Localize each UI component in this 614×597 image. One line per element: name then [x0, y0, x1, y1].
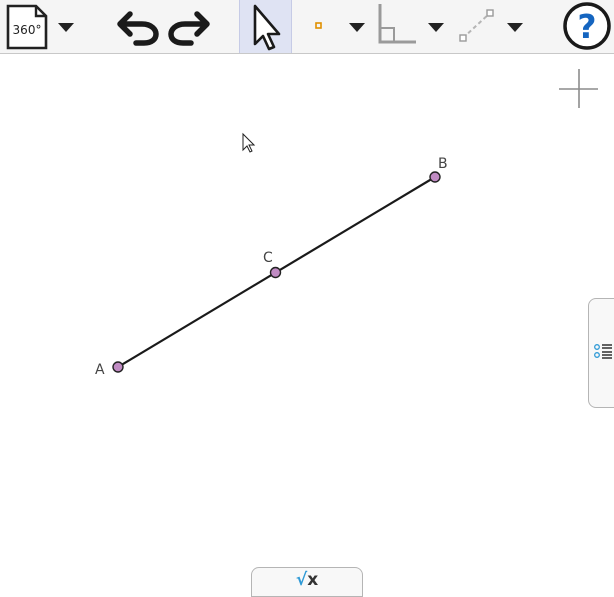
redo-icon [168, 11, 210, 46]
line-tool-dropdown[interactable] [504, 0, 528, 53]
help-button[interactable]: ? [560, 0, 612, 53]
line-tool-button[interactable] [456, 0, 498, 53]
point-c[interactable] [269, 266, 282, 279]
file-button[interactable]: 360° [2, 0, 52, 53]
move-tool-button[interactable] [239, 0, 292, 53]
chevron-down-icon [507, 23, 523, 32]
angle-tool-button[interactable] [374, 0, 420, 53]
point-tool-dropdown[interactable] [346, 0, 370, 53]
point-b[interactable] [429, 171, 441, 183]
file-menu-dropdown[interactable] [54, 0, 78, 53]
point-label-c: C [263, 250, 273, 266]
mouse-cursor-icon [242, 132, 256, 153]
point-label-b: B [438, 156, 448, 172]
pointer-arrow-icon [253, 4, 281, 51]
drawing-canvas[interactable]: A B C [0, 54, 614, 592]
help-question-mark: ? [577, 7, 596, 46]
input-bar-icon: √x [295, 570, 319, 590]
input-bar-toggle[interactable]: √x [251, 567, 363, 597]
point-label-a: A [95, 362, 105, 378]
angle-tool-dropdown[interactable] [425, 0, 449, 53]
add-view-icon[interactable] [559, 69, 598, 108]
toolbar: 360° ? [0, 0, 614, 54]
chevron-down-icon [349, 23, 365, 32]
chevron-down-icon [428, 23, 444, 32]
line-tool-icon [459, 9, 494, 42]
angle-tool-icon [378, 4, 416, 44]
algebra-list-icon [594, 344, 612, 359]
file-badge-text: 360° [13, 23, 42, 37]
undo-icon [117, 11, 159, 46]
algebra-view-toggle[interactable] [588, 298, 614, 408]
redo-button[interactable] [165, 0, 213, 53]
chevron-down-icon [58, 23, 74, 32]
point-tool-icon [315, 22, 322, 29]
undo-button[interactable] [114, 0, 162, 53]
point-tool-button[interactable] [306, 0, 332, 53]
point-a[interactable] [112, 361, 124, 373]
